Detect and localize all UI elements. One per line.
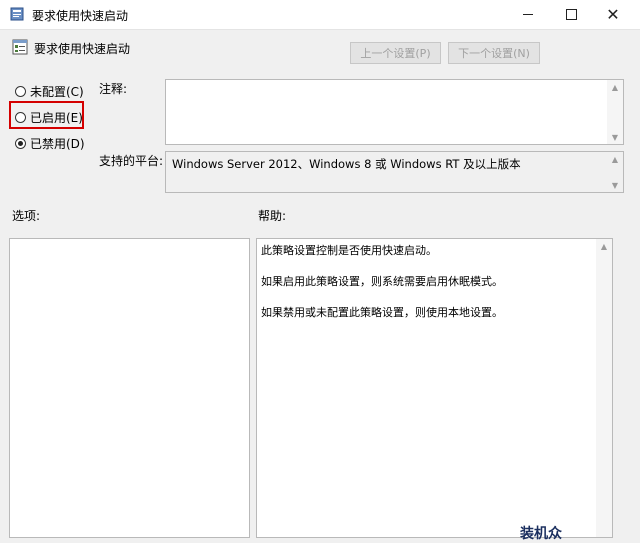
close-icon: ✕ [606, 4, 620, 24]
close-button[interactable]: ✕ [590, 0, 636, 29]
platform-label: 支持的平台: [99, 154, 164, 168]
radio-label: 未配置(C) [30, 85, 84, 99]
platform-field: Windows Server 2012、Windows 8 或 Windows … [165, 151, 624, 193]
scroll-up-icon[interactable]: ▲ [607, 152, 623, 166]
radio-circle[interactable] [15, 86, 26, 97]
help-paragraph: 如果启用此策略设置，则系统需要启用休眠模式。 [261, 275, 503, 288]
platform-value: Windows Server 2012、Windows 8 或 Windows … [172, 157, 521, 171]
next-setting-button[interactable]: 下一个设置(N) [448, 42, 540, 64]
policy-icon [10, 7, 24, 21]
window-title: 要求使用快速启动 [32, 9, 129, 23]
scroll-up-icon[interactable]: ▲ [607, 80, 623, 94]
options-label: 选项: [12, 209, 41, 223]
scroll-up-icon[interactable]: ▲ [596, 239, 612, 253]
title-bar: 要求使用快速启动 ✕ [0, 0, 640, 30]
comment-scrollbar[interactable]: ▲ ▼ [607, 80, 623, 144]
watermark: 装机众 [520, 526, 562, 542]
policy-setting-icon [12, 39, 28, 55]
maximize-icon [565, 9, 577, 20]
maximize-button[interactable] [548, 0, 594, 29]
scroll-down-icon[interactable]: ▼ [607, 178, 623, 192]
help-pane: 此策略设置控制是否使用快速启动。 如果启用此策略设置，则系统需要启用休眠模式。 … [256, 238, 613, 538]
previous-setting-button[interactable]: 上一个设置(P) [350, 42, 441, 64]
minimize-button[interactable] [505, 0, 551, 29]
radio-not-configured[interactable]: 未配置(C) [15, 83, 84, 100]
help-label: 帮助: [258, 209, 287, 223]
help-scrollbar[interactable]: ▲ [596, 239, 612, 537]
comment-label: 注释: [99, 82, 128, 96]
scroll-down-icon[interactable]: ▼ [607, 130, 623, 144]
help-paragraph: 如果禁用或未配置此策略设置，则使用本地设置。 [261, 306, 503, 319]
help-paragraph: 此策略设置控制是否使用快速启动。 [261, 244, 437, 257]
minimize-icon [523, 14, 533, 15]
platform-scrollbar[interactable]: ▲ ▼ [607, 152, 623, 192]
setting-title: 要求使用快速启动 [34, 42, 131, 56]
radio-disabled[interactable]: 已禁用(D) [15, 135, 85, 152]
radio-circle-selected[interactable] [15, 138, 26, 149]
options-pane [9, 238, 250, 538]
highlight-annotation-box [9, 101, 84, 129]
radio-label: 已禁用(D) [30, 137, 85, 151]
comment-textarea[interactable]: ▲ ▼ [165, 79, 624, 145]
